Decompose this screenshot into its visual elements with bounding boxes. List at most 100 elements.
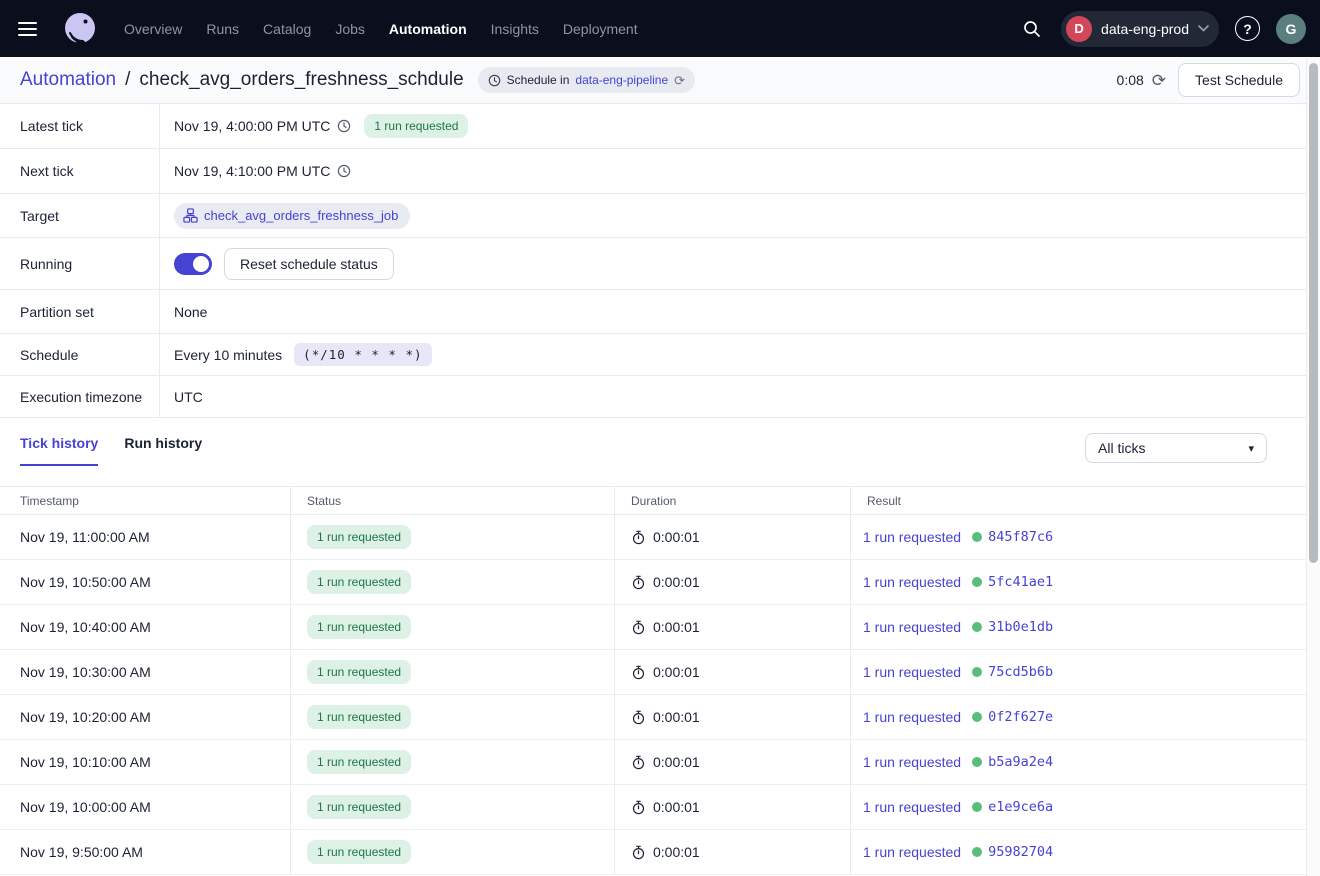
run-id-link[interactable]: 75cd5b6b	[988, 664, 1053, 680]
stopwatch-icon	[631, 575, 646, 590]
run-id-link[interactable]: 0f2f627e	[988, 709, 1053, 725]
nav-item-catalog[interactable]: Catalog	[263, 21, 311, 37]
tick-row[interactable]: Nov 19, 11:00:00 AM 1 run requested 0:00…	[0, 515, 1306, 560]
refresh-countdown: 0:08	[1117, 72, 1144, 88]
tick-filter-value: All ticks	[1098, 440, 1145, 456]
run-status-dot	[972, 577, 982, 587]
nav-item-jobs[interactable]: Jobs	[335, 21, 365, 37]
run-status-dot	[972, 712, 982, 722]
detail-row-partition-set: Partition set None	[0, 290, 1306, 334]
workspace-switcher[interactable]: D data-eng-prod	[1061, 11, 1219, 47]
tick-result-link[interactable]: 1 run requested	[863, 664, 961, 680]
target-label: Target	[0, 194, 160, 237]
schedule-location-badge: Schedule in data-eng-pipeline ⟳	[478, 67, 695, 93]
sync-icon[interactable]: ⟳	[674, 74, 685, 87]
tick-result-link[interactable]: 1 run requested	[863, 799, 961, 815]
run-id-link[interactable]: 95982704	[988, 844, 1053, 860]
nav-item-insights[interactable]: Insights	[491, 21, 539, 37]
stopwatch-icon	[631, 800, 646, 815]
repo-location-link[interactable]: data-eng-pipeline	[575, 73, 668, 87]
run-id-link[interactable]: 845f87c6	[988, 529, 1053, 545]
latest-tick-time: Nov 19, 4:00:00 PM UTC	[174, 118, 330, 134]
vertical-scrollbar[interactable]	[1306, 58, 1320, 876]
latest-tick-label: Latest tick	[0, 104, 160, 148]
tick-duration: 0:00:01	[653, 799, 700, 815]
tick-result-link[interactable]: 1 run requested	[863, 709, 961, 725]
tab-tick-history[interactable]: Tick history	[20, 435, 98, 466]
nav-item-overview[interactable]: Overview	[124, 21, 182, 37]
tick-timestamp: Nov 19, 10:50:00 AM	[20, 574, 151, 590]
stopwatch-icon	[631, 845, 646, 860]
search-icon[interactable]	[1017, 14, 1047, 44]
tick-row[interactable]: Nov 19, 10:30:00 AM 1 run requested 0:00…	[0, 650, 1306, 695]
help-icon[interactable]: ?	[1235, 16, 1260, 41]
detail-row-target: Target check_avg_orders_freshness_job	[0, 194, 1306, 238]
tick-status-badge: 1 run requested	[307, 705, 411, 729]
tick-row[interactable]: Nov 19, 10:00:00 AM 1 run requested 0:00…	[0, 785, 1306, 830]
run-status-dot	[972, 667, 982, 677]
schedule-description: Every 10 minutes	[174, 347, 282, 363]
dagster-logo-icon[interactable]	[60, 9, 100, 49]
job-graph-icon	[183, 208, 198, 223]
tick-timestamp: Nov 19, 10:20:00 AM	[20, 709, 151, 725]
tick-timestamp: Nov 19, 11:00:00 AM	[20, 529, 150, 545]
tick-duration: 0:00:01	[653, 709, 700, 725]
tick-result-link[interactable]: 1 run requested	[863, 619, 961, 635]
tick-duration: 0:00:01	[653, 574, 700, 590]
detail-row-schedule: Schedule Every 10 minutes (*/10 * * * *)	[0, 334, 1306, 376]
tab-run-history[interactable]: Run history	[124, 435, 202, 464]
run-status-dot	[972, 802, 982, 812]
tick-timestamp: Nov 19, 10:10:00 AM	[20, 754, 151, 770]
tick-result-link[interactable]: 1 run requested	[863, 529, 961, 545]
reset-schedule-status-button[interactable]: Reset schedule status	[224, 248, 394, 280]
tick-filter-select[interactable]: All ticks ▾	[1085, 433, 1267, 463]
test-schedule-button[interactable]: Test Schedule	[1178, 63, 1300, 97]
hamburger-menu-button[interactable]	[18, 15, 46, 43]
col-status: Status	[290, 487, 614, 514]
run-status-dot	[972, 532, 982, 542]
run-id-link[interactable]: b5a9a2e4	[988, 754, 1053, 770]
stopwatch-icon	[631, 530, 646, 545]
tick-history-table-body: Nov 19, 11:00:00 AM 1 run requested 0:00…	[0, 515, 1306, 875]
tick-row[interactable]: Nov 19, 10:10:00 AM 1 run requested 0:00…	[0, 740, 1306, 785]
scrollbar-thumb[interactable]	[1309, 63, 1318, 563]
breadcrumb-separator: /	[125, 69, 130, 91]
tick-duration: 0:00:01	[653, 664, 700, 680]
tick-row[interactable]: Nov 19, 10:50:00 AM 1 run requested 0:00…	[0, 560, 1306, 605]
breadcrumb-automation-link[interactable]: Automation	[20, 69, 116, 91]
run-id-link[interactable]: e1e9ce6a	[988, 799, 1053, 815]
workspace-name: data-eng-prod	[1101, 21, 1189, 37]
tick-row[interactable]: Nov 19, 10:40:00 AM 1 run requested 0:00…	[0, 605, 1306, 650]
top-nav: Overview Runs Catalog Jobs Automation In…	[0, 0, 1320, 57]
nav-item-automation[interactable]: Automation	[389, 21, 467, 37]
tick-row[interactable]: Nov 19, 9:50:00 AM 1 run requested 0:00:…	[0, 830, 1306, 875]
tick-history-table: Timestamp Status Duration Result Nov 19,…	[0, 486, 1306, 875]
tick-duration: 0:00:01	[653, 529, 700, 545]
target-job-pill[interactable]: check_avg_orders_freshness_job	[174, 203, 410, 229]
nav-item-deployment[interactable]: Deployment	[563, 21, 638, 37]
tick-timestamp: Nov 19, 9:50:00 AM	[20, 844, 143, 860]
stopwatch-icon	[631, 665, 646, 680]
nav-item-runs[interactable]: Runs	[206, 21, 239, 37]
running-toggle[interactable]	[174, 253, 212, 275]
col-duration: Duration	[614, 487, 850, 514]
tick-duration: 0:00:01	[653, 844, 700, 860]
detail-row-running: Running Reset schedule status	[0, 238, 1306, 290]
partition-set-label: Partition set	[0, 290, 160, 333]
tick-row[interactable]: Nov 19, 10:20:00 AM 1 run requested 0:00…	[0, 695, 1306, 740]
tick-result-link[interactable]: 1 run requested	[863, 844, 961, 860]
latest-tick-status-badge: 1 run requested	[364, 114, 468, 138]
col-timestamp: Timestamp	[0, 487, 290, 514]
run-id-link[interactable]: 5fc41ae1	[988, 574, 1053, 590]
breadcrumb-bar: Automation / check_avg_orders_freshness_…	[0, 57, 1320, 104]
tick-duration: 0:00:01	[653, 754, 700, 770]
tick-result-link[interactable]: 1 run requested	[863, 574, 961, 590]
user-avatar[interactable]: G	[1276, 14, 1306, 44]
run-id-link[interactable]: 31b0e1db	[988, 619, 1053, 635]
page-title: check_avg_orders_freshness_schdule	[139, 69, 463, 91]
tick-result-link[interactable]: 1 run requested	[863, 754, 961, 770]
tick-status-badge: 1 run requested	[307, 840, 411, 864]
target-job-link[interactable]: check_avg_orders_freshness_job	[204, 208, 398, 223]
refresh-icon[interactable]: ⟳	[1152, 72, 1166, 89]
detail-row-next-tick: Next tick Nov 19, 4:10:00 PM UTC	[0, 149, 1306, 194]
